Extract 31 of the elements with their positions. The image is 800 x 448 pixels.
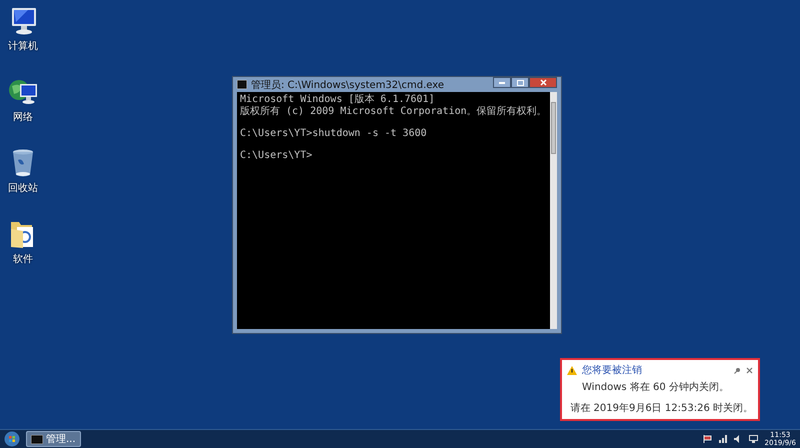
globe-monitor-icon[interactable]: [8, 77, 38, 107]
flag-icon[interactable]: [702, 435, 712, 443]
close-icon[interactable]: [746, 366, 753, 374]
warning-icon: [567, 366, 577, 374]
desktop-icon-label[interactable]: 软件: [13, 252, 33, 266]
maximize-icon: [516, 80, 524, 86]
close-button[interactable]: [529, 77, 557, 88]
pin-icon[interactable]: [734, 366, 741, 374]
start-button[interactable]: [4, 431, 20, 447]
console-line: C:\Users\YT>: [240, 150, 314, 162]
console-icon: [31, 434, 43, 444]
monitor-icon[interactable]: [748, 435, 758, 443]
desktop-icon-label[interactable]: 计算机: [8, 39, 38, 53]
window-title: 管理员: C:\Windows\system32\cmd.exe: [251, 78, 444, 92]
console-line: Microsoft Windows [版本 6.1.7601]: [240, 94, 436, 106]
desktop-icon-label[interactable]: 回收站: [8, 181, 38, 195]
console-icon: [237, 80, 247, 89]
notification-title: 您将要被注销: [582, 364, 642, 377]
desktop-icon-label[interactable]: 网络: [13, 110, 33, 124]
maximize-button[interactable]: [511, 77, 529, 88]
notification-detail: 请在 2019年9月6日 12:53:26 时关闭。: [569, 402, 753, 415]
taskbar-window-button[interactable]: 管理...: [26, 431, 81, 447]
console-line: C:\Users\YT>shutdown -s -t 3600: [240, 128, 428, 140]
console-line: 版权所有 (c) 2009 Microsoft Corporation。保留所有权利。: [240, 106, 547, 118]
network-icon[interactable]: [718, 435, 727, 443]
notification-message: Windows 将在 60 分钟内关闭。: [581, 380, 730, 394]
minimize-button[interactable]: [493, 77, 511, 88]
speaker-icon[interactable]: [734, 435, 742, 443]
minimize-icon: [499, 82, 505, 84]
scrollbar[interactable]: [550, 92, 557, 329]
close-icon: [540, 79, 546, 86]
